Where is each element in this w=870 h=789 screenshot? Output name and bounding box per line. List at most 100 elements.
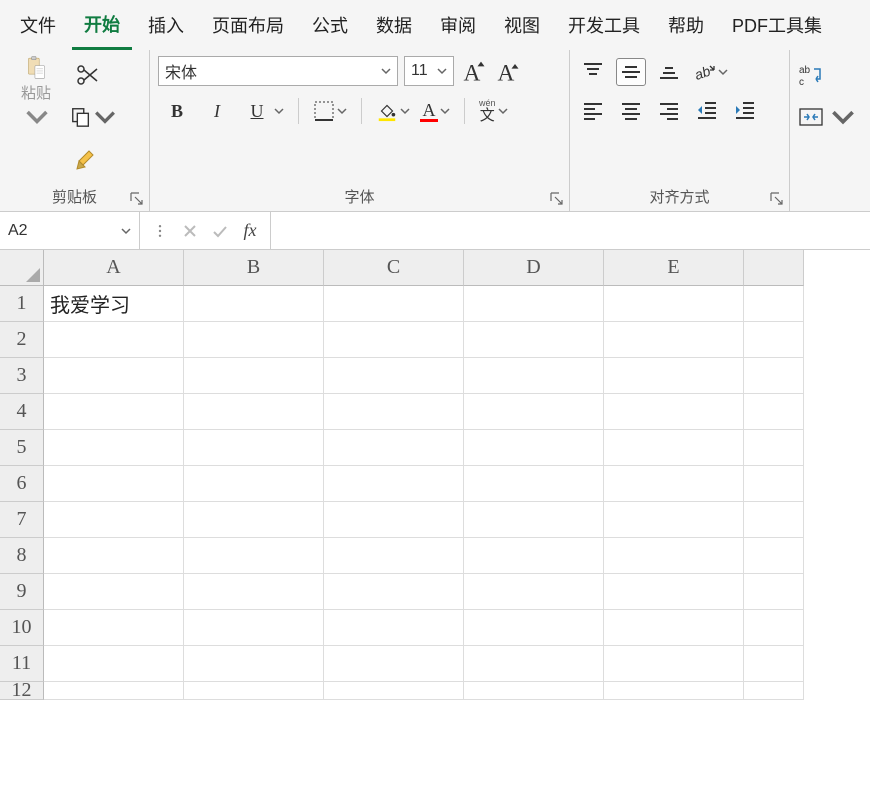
cell-A11[interactable] [44,646,184,682]
formula-vdots-button[interactable] [148,219,172,243]
cell-A8[interactable] [44,538,184,574]
menu-item-formulas[interactable]: 公式 [300,2,360,48]
cell-F1[interactable] [744,286,804,322]
col-header-partial[interactable] [744,250,804,286]
cell-B6[interactable] [184,466,324,502]
cell-D5[interactable] [464,430,604,466]
cell-E4[interactable] [604,394,744,430]
cell-C11[interactable] [324,646,464,682]
cell-B5[interactable] [184,430,324,466]
menu-item-help[interactable]: 帮助 [656,2,716,48]
cell-F2[interactable] [744,322,804,358]
cell-D8[interactable] [464,538,604,574]
cell-B7[interactable] [184,502,324,538]
font-name-select[interactable]: 宋体 [158,56,398,86]
col-header-B[interactable]: B [184,250,324,286]
cell-B12[interactable] [184,682,324,700]
menu-item-data[interactable]: 数据 [364,2,424,48]
select-all-corner[interactable] [0,250,44,286]
align-middle-button[interactable] [616,58,646,86]
row-header-6[interactable]: 6 [0,466,44,502]
row-header-9[interactable]: 9 [0,574,44,610]
alignment-launcher[interactable] [769,191,785,207]
decrease-indent-button[interactable] [692,96,722,124]
cell-F5[interactable] [744,430,804,466]
cell-C12[interactable] [324,682,464,700]
phonetic-guide-button[interactable]: wén 文 [479,99,508,123]
row-header-4[interactable]: 4 [0,394,44,430]
col-header-E[interactable]: E [604,250,744,286]
col-header-D[interactable]: D [464,250,604,286]
cell-E6[interactable] [604,466,744,502]
copy-button[interactable] [70,102,116,132]
cell-E1[interactable] [604,286,744,322]
font-size-select[interactable]: 11 [404,56,454,86]
cell-E5[interactable] [604,430,744,466]
orientation-button[interactable]: ab [692,60,728,84]
italic-button[interactable]: I [202,96,232,126]
decrease-font-size-button[interactable]: A [494,57,522,85]
cut-button[interactable] [70,60,104,90]
align-right-button[interactable] [654,96,684,124]
col-header-C[interactable]: C [324,250,464,286]
row-header-11[interactable]: 11 [0,646,44,682]
menu-item-developer[interactable]: 开发工具 [556,2,652,48]
increase-indent-button[interactable] [730,96,760,124]
cell-F11[interactable] [744,646,804,682]
align-center-button[interactable] [616,96,646,124]
menu-item-review[interactable]: 审阅 [428,2,488,48]
borders-button[interactable] [313,100,347,122]
bold-button[interactable]: B [162,96,192,126]
cell-A3[interactable] [44,358,184,394]
name-box[interactable]: A2 [0,212,140,249]
cell-B10[interactable] [184,610,324,646]
cell-A1[interactable]: 我爱学习 [44,286,184,322]
cell-A5[interactable] [44,430,184,466]
cell-E7[interactable] [604,502,744,538]
cell-E12[interactable] [604,682,744,700]
row-header-2[interactable]: 2 [0,322,44,358]
cell-C2[interactable] [324,322,464,358]
cell-D12[interactable] [464,682,604,700]
menu-item-page-layout[interactable]: 页面布局 [200,2,296,48]
menu-item-insert[interactable]: 插入 [136,2,196,48]
row-header-5[interactable]: 5 [0,430,44,466]
menu-item-home[interactable]: 开始 [72,1,132,50]
cell-F7[interactable] [744,502,804,538]
row-header-8[interactable]: 8 [0,538,44,574]
format-painter-button[interactable] [70,144,104,174]
underline-button[interactable]: U [242,96,284,126]
cell-F12[interactable] [744,682,804,700]
cell-B8[interactable] [184,538,324,574]
cell-A2[interactable] [44,322,184,358]
paste-button[interactable]: 粘贴 [12,56,60,128]
cell-C1[interactable] [324,286,464,322]
align-top-button[interactable] [578,58,608,86]
cell-A9[interactable] [44,574,184,610]
cell-F10[interactable] [744,610,804,646]
enter-formula-button[interactable] [208,219,232,243]
insert-function-button[interactable]: fx [238,219,262,243]
cell-C3[interactable] [324,358,464,394]
cell-A6[interactable] [44,466,184,502]
cell-D11[interactable] [464,646,604,682]
cell-B3[interactable] [184,358,324,394]
menu-item-view[interactable]: 视图 [492,2,552,48]
cell-C6[interactable] [324,466,464,502]
cell-D4[interactable] [464,394,604,430]
cell-C7[interactable] [324,502,464,538]
cell-E11[interactable] [604,646,744,682]
clipboard-launcher[interactable] [129,191,145,207]
row-header-1[interactable]: 1 [0,286,44,322]
col-header-A[interactable]: A [44,250,184,286]
font-launcher[interactable] [549,191,565,207]
cell-D10[interactable] [464,610,604,646]
cell-B4[interactable] [184,394,324,430]
cell-D3[interactable] [464,358,604,394]
cell-E3[interactable] [604,358,744,394]
wrap-text-button[interactable]: ab c [798,60,824,90]
row-header-7[interactable]: 7 [0,502,44,538]
formula-input[interactable] [271,212,870,249]
align-left-button[interactable] [578,96,608,124]
row-header-3[interactable]: 3 [0,358,44,394]
